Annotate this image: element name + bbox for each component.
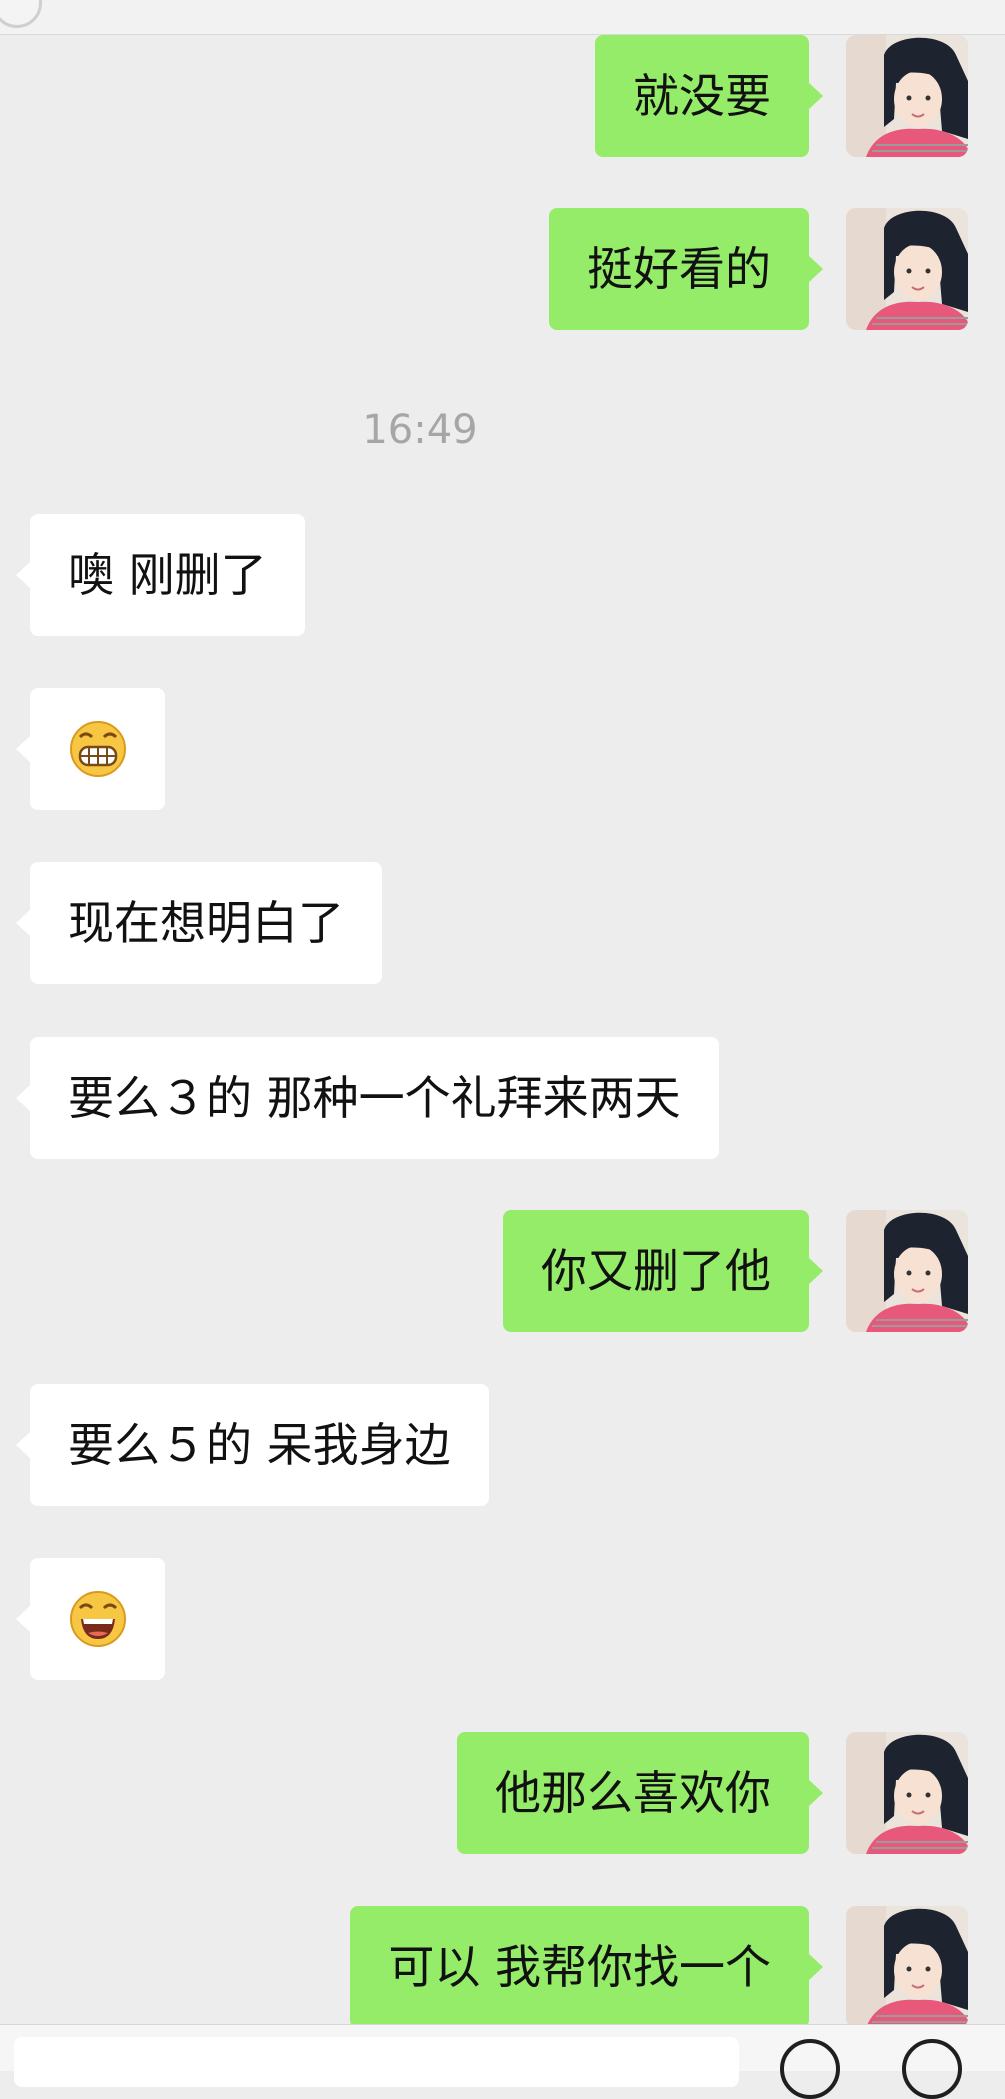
back-circle-icon[interactable] [0, 0, 42, 28]
avatar-icon [846, 1906, 968, 2028]
message-outgoing: 他那么喜欢你 [0, 1732, 1005, 1854]
message-incoming [0, 688, 1005, 810]
message-bubble[interactable]: 噢 刚删了 [16, 514, 305, 636]
grin-face-icon [70, 721, 126, 777]
message-incoming: 要么５的 呆我身边 [0, 1384, 1005, 1506]
avatar-icon [846, 1210, 968, 1332]
avatar[interactable] [846, 1732, 968, 1854]
message-bubble[interactable]: 他那么喜欢你 [457, 1732, 823, 1854]
avatar[interactable] [846, 1210, 968, 1332]
add-icon[interactable] [902, 2039, 962, 2099]
message-outgoing: 就没要 [0, 35, 1005, 157]
message-bubble[interactable] [16, 688, 165, 810]
avatar[interactable] [846, 208, 968, 330]
top-strip [0, 0, 1005, 35]
message-outgoing: 你又删了他 [0, 1210, 1005, 1332]
avatar[interactable] [846, 1906, 968, 2028]
avatar-icon [846, 208, 968, 330]
message-timestamp: 16:49 [362, 407, 478, 453]
message-bubble[interactable]: 挺好看的 [549, 208, 823, 330]
message-outgoing: 挺好看的 [0, 208, 1005, 330]
message-incoming: 噢 刚删了 [0, 514, 1005, 636]
avatar[interactable] [846, 35, 968, 157]
input-bar [0, 2024, 1005, 2099]
emoji-icon[interactable] [780, 2039, 840, 2099]
message-bubble[interactable]: 要么５的 呆我身边 [16, 1384, 489, 1506]
message-incoming: 要么３的 那种一个礼拜来两天 [0, 1037, 1005, 1159]
message-bubble[interactable] [16, 1558, 165, 1680]
message-bubble[interactable]: 现在想明白了 [16, 862, 382, 984]
message-bubble[interactable]: 就没要 [595, 35, 823, 157]
message-input[interactable] [14, 2037, 739, 2087]
message-bubble[interactable]: 你又删了他 [503, 1210, 823, 1332]
message-bubble[interactable]: 要么３的 那种一个礼拜来两天 [16, 1037, 719, 1159]
avatar-icon [846, 1732, 968, 1854]
message-outgoing: 可以 我帮你找一个 [0, 1906, 1005, 2028]
avatar-icon [846, 35, 968, 157]
laugh-face-icon [70, 1591, 126, 1647]
message-incoming: 现在想明白了 [0, 862, 1005, 984]
message-bubble[interactable]: 可以 我帮你找一个 [350, 1906, 823, 2028]
message-incoming [0, 1558, 1005, 1680]
